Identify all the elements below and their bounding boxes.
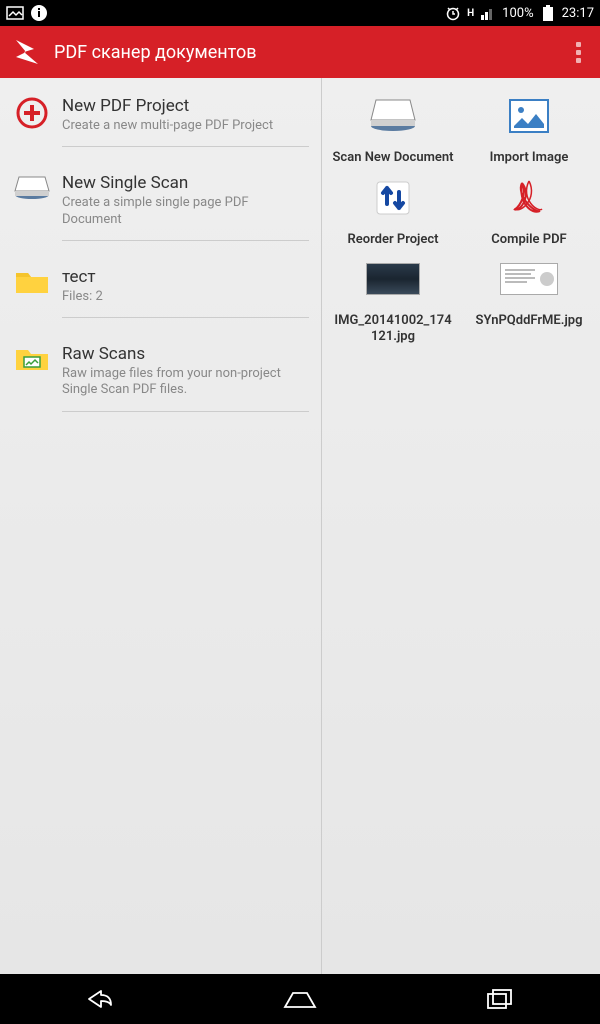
android-nav-bar	[0, 974, 600, 1024]
battery-percent: 100%	[502, 6, 533, 21]
overflow-menu-button[interactable]	[566, 42, 590, 63]
image-icon	[502, 92, 556, 140]
sidebar-list: New PDF Project Create a new multi-page …	[0, 78, 322, 974]
list-item-subtitle: Files: 2	[62, 289, 309, 305]
home-button[interactable]	[270, 984, 330, 1014]
image-thumbnail-icon	[502, 255, 556, 303]
grid-item-label: SYnPQddFrME.jpg	[472, 313, 587, 329]
grid-action-reorder-project[interactable]: Reorder Project	[328, 174, 458, 248]
pdf-icon	[502, 174, 556, 222]
grid-item-label: Reorder Project	[343, 232, 442, 248]
grid-action-import-image[interactable]: Import Image	[464, 92, 594, 166]
list-item-title: тест	[62, 267, 309, 287]
image-thumbnail-icon	[366, 255, 420, 303]
grid-action-compile-pdf[interactable]: Compile PDF	[464, 174, 594, 248]
battery-icon	[539, 4, 557, 22]
list-item-subtitle: Create a simple single page PDF Document	[62, 195, 309, 228]
grid-file-synpqddfrme[interactable]: SYnPQddFrME.jpg	[464, 255, 594, 344]
list-item-title: New Single Scan	[62, 173, 309, 193]
grid-item-label: Compile PDF	[487, 232, 570, 248]
list-item-subtitle: Create a new multi-page PDF Project	[62, 118, 309, 134]
folder-icon	[12, 267, 52, 307]
sidebar-item-new-single-scan[interactable]: New Single Scan Create a simple single p…	[0, 159, 321, 253]
info-icon	[30, 4, 48, 22]
plus-circle-icon	[12, 96, 52, 136]
grid-item-label: Scan New Document	[329, 150, 458, 166]
signal-icon	[479, 4, 497, 22]
gallery-icon	[6, 4, 24, 22]
app-title: PDF сканер документов	[54, 42, 566, 63]
reorder-arrows-icon	[366, 174, 420, 222]
app-bar: PDF сканер документов	[0, 26, 600, 78]
action-grid: Scan New Document Import Image Reorder P…	[322, 78, 600, 974]
grid-action-scan-new-document[interactable]: Scan New Document	[328, 92, 458, 166]
clock-time: 23:17	[562, 6, 594, 21]
status-bar: H 100% 23:17	[0, 0, 600, 26]
network-type: H	[467, 8, 474, 19]
scanner-icon	[12, 173, 52, 213]
grid-item-label: IMG_20141002_174121.jpg	[328, 313, 458, 344]
alarm-icon	[444, 4, 462, 22]
list-item-subtitle: Raw image files from your non-project Si…	[62, 366, 309, 399]
sidebar-item-raw-scans[interactable]: Raw Scans Raw image files from your non-…	[0, 330, 321, 424]
app-logo-icon	[10, 35, 44, 69]
sidebar-item-new-pdf-project[interactable]: New PDF Project Create a new multi-page …	[0, 82, 321, 159]
grid-file-img-20141002[interactable]: IMG_20141002_174121.jpg	[328, 255, 458, 344]
scanner-icon	[366, 92, 420, 140]
list-item-title: Raw Scans	[62, 344, 309, 364]
sidebar-item-test-folder[interactable]: тест Files: 2	[0, 253, 321, 330]
list-item-title: New PDF Project	[62, 96, 309, 116]
recent-apps-button[interactable]	[470, 984, 530, 1014]
back-button[interactable]	[70, 984, 130, 1014]
grid-item-label: Import Image	[486, 150, 573, 166]
folder-image-icon	[12, 344, 52, 384]
